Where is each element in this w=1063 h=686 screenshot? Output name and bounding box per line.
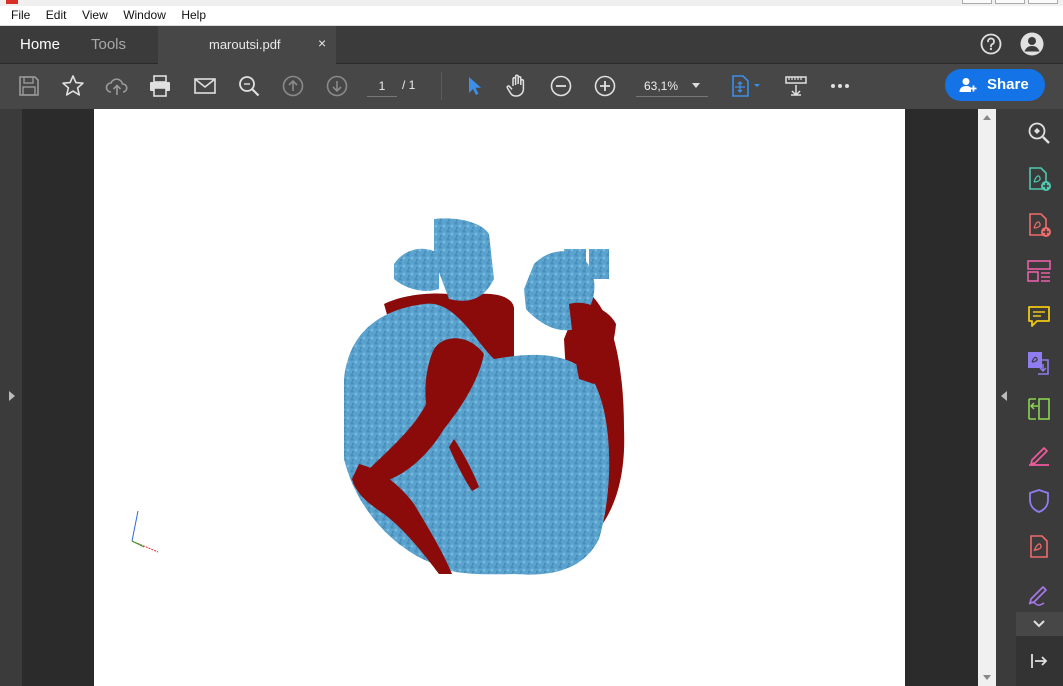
more-options-icon[interactable] <box>828 74 852 98</box>
main-toolbar: 1 / 1 63,1% Share <box>0 64 1063 109</box>
read-mode-icon[interactable] <box>784 74 808 98</box>
pdf-file-icon[interactable] <box>1026 534 1052 560</box>
acrobat-logo <box>6 0 18 4</box>
heart-3d-model[interactable] <box>94 109 905 686</box>
current-page-input[interactable]: 1 <box>367 75 397 97</box>
more-tools-toggle[interactable] <box>1016 612 1063 636</box>
vertical-scrollbar[interactable] <box>978 109 996 686</box>
upload-cloud-icon[interactable] <box>105 74 129 98</box>
next-page-icon[interactable] <box>325 74 349 98</box>
menu-edit[interactable]: Edit <box>46 6 67 22</box>
close-tab-button[interactable]: × <box>318 35 326 51</box>
share-button-label: Share <box>987 76 1029 93</box>
export-pdf-icon[interactable] <box>1026 350 1052 376</box>
collapse-right-icon <box>1001 391 1007 401</box>
tab-tools[interactable]: Tools <box>91 36 126 53</box>
scroll-down-icon[interactable] <box>983 675 991 680</box>
right-panel-collapse-toggle[interactable] <box>996 109 1016 686</box>
search-icon[interactable] <box>237 74 261 98</box>
fill-sign-icon[interactable] <box>1026 442 1052 468</box>
request-signature-icon[interactable] <box>1026 580 1052 606</box>
select-cursor-icon[interactable] <box>462 74 486 98</box>
chevron-down-icon <box>1033 620 1045 628</box>
create-pdf-icon[interactable] <box>1026 166 1052 192</box>
print-icon[interactable] <box>148 74 172 98</box>
bookmark-star-icon[interactable] <box>61 74 85 98</box>
collapse-pane-area <box>1016 636 1063 686</box>
add-person-icon <box>959 78 977 92</box>
maximize-button[interactable] <box>995 0 1025 4</box>
tab-bar: Home Tools maroutsi.pdf × <box>0 26 1063 64</box>
menu-window[interactable]: Window <box>123 6 166 22</box>
toolbar-divider <box>441 72 442 100</box>
scroll-up-icon[interactable] <box>983 115 991 120</box>
axis-z-line <box>131 510 139 542</box>
share-button[interactable]: Share <box>945 69 1045 101</box>
compare-files-icon[interactable] <box>1026 396 1052 422</box>
close-window-button[interactable] <box>1028 0 1058 4</box>
tab-home[interactable]: Home <box>20 36 60 53</box>
minimize-button[interactable] <box>962 0 992 4</box>
menu-view[interactable]: View <box>82 6 108 22</box>
protect-shield-icon[interactable] <box>1026 488 1052 514</box>
hand-tool-icon[interactable] <box>505 74 529 98</box>
menu-help[interactable]: Help <box>181 6 206 22</box>
menu-bar: File Edit View Window Help <box>0 6 1063 26</box>
chevron-down-icon[interactable] <box>692 83 700 88</box>
zoom-in-icon[interactable] <box>593 74 617 98</box>
edit-pdf-icon[interactable] <box>1026 212 1052 238</box>
collapse-pane-icon[interactable] <box>1029 652 1049 670</box>
heart-blue-aorta <box>434 218 494 301</box>
tools-pane <box>1016 109 1063 686</box>
comment-icon[interactable] <box>1026 304 1052 330</box>
axis-y-line <box>131 540 145 548</box>
fit-page-icon[interactable] <box>729 74 763 98</box>
help-icon[interactable] <box>980 33 1002 55</box>
email-icon[interactable] <box>193 74 217 98</box>
enhance-scan-icon[interactable] <box>1026 120 1052 146</box>
account-icon[interactable] <box>1020 32 1044 56</box>
expand-left-icon <box>9 391 15 401</box>
save-icon[interactable] <box>17 74 41 98</box>
pdf-page[interactable] <box>94 109 905 686</box>
document-tab-title: maroutsi.pdf <box>209 37 281 52</box>
zoom-out-icon[interactable] <box>549 74 573 98</box>
menu-file[interactable]: File <box>11 6 30 22</box>
total-pages-label: / 1 <box>402 78 416 92</box>
heart-blue-vessel-left <box>394 248 439 291</box>
left-panel-toggle[interactable] <box>0 109 22 686</box>
previous-page-icon[interactable] <box>281 74 305 98</box>
organize-pages-icon[interactable] <box>1026 258 1052 284</box>
tab-document[interactable]: maroutsi.pdf × <box>158 26 336 64</box>
